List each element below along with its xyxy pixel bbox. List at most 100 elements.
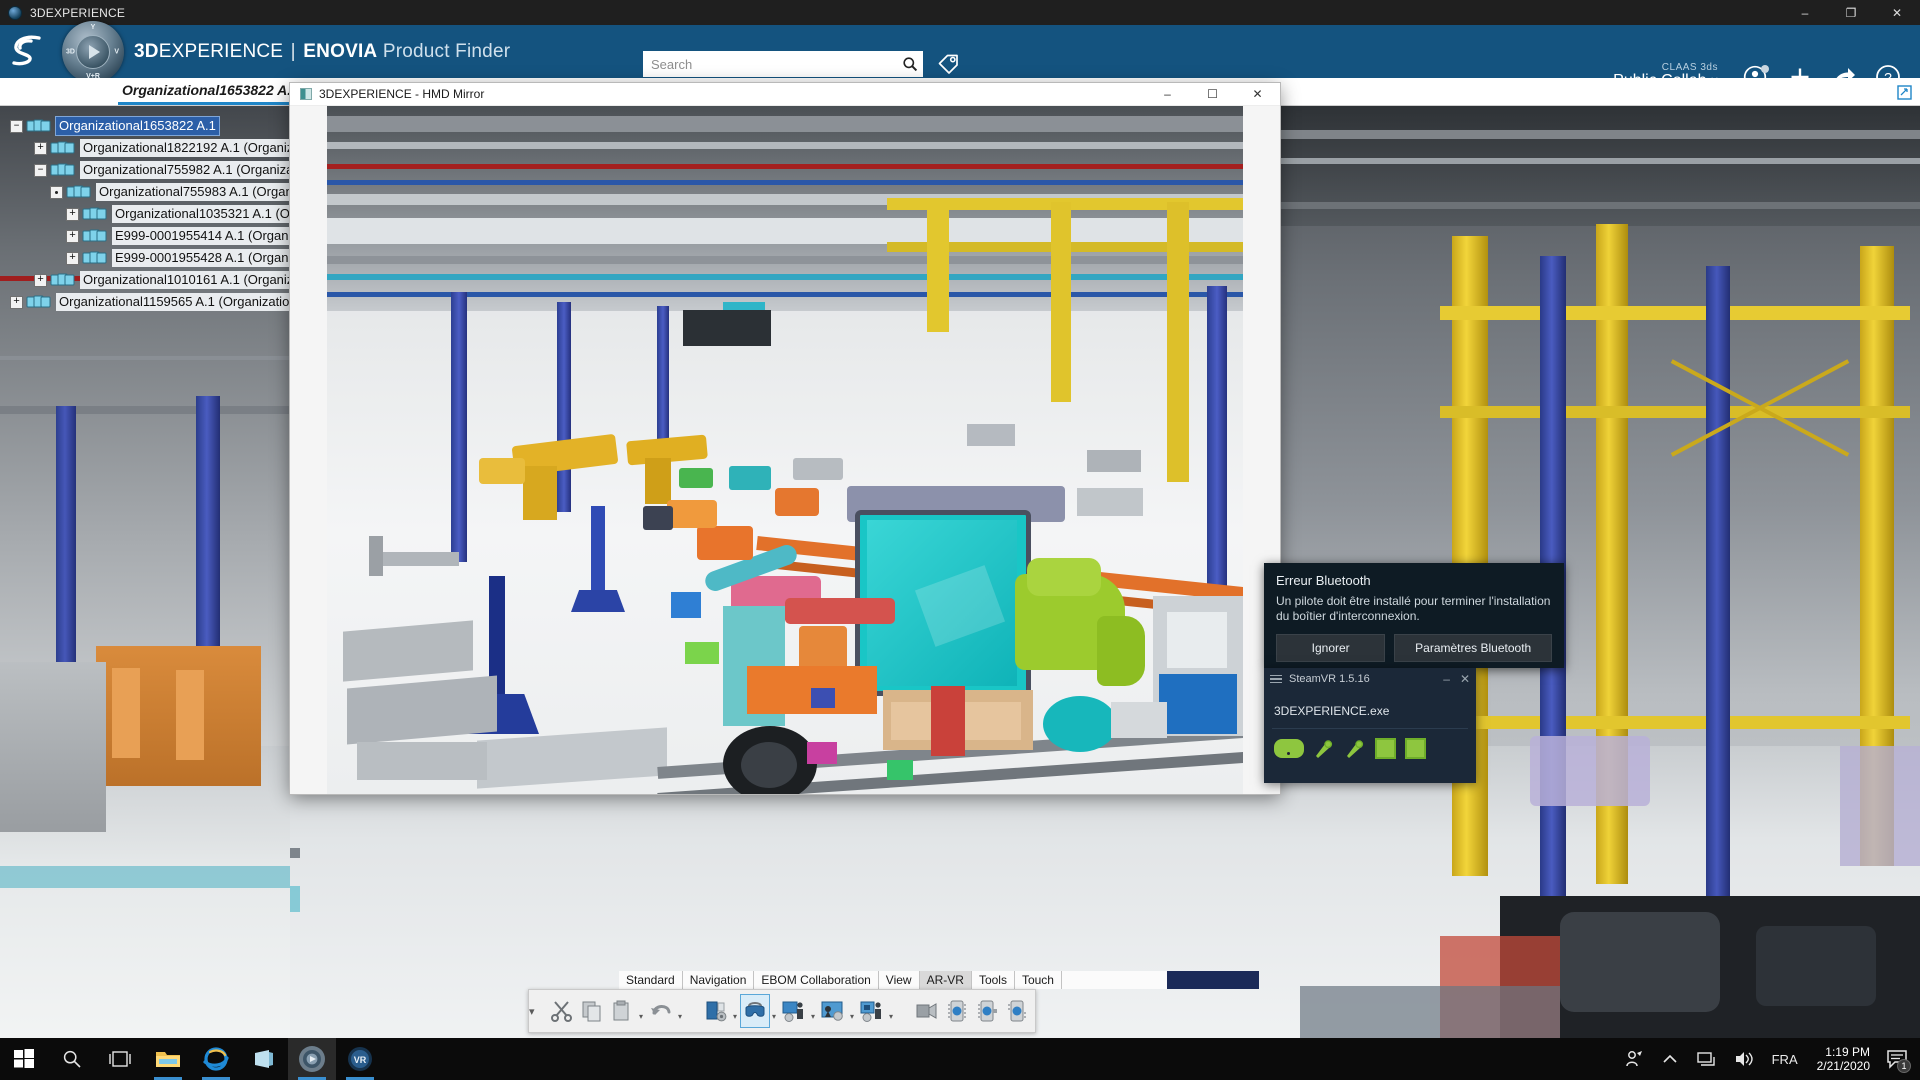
hmd-minimize-button[interactable]: – (1145, 83, 1190, 106)
bluetooth-settings-button[interactable]: Paramètres Bluetooth (1394, 634, 1552, 662)
language-indicator[interactable]: FRA (1763, 1038, 1807, 1080)
search-icon[interactable] (897, 51, 923, 77)
product-icon (26, 117, 52, 135)
app-icon (300, 88, 312, 100)
tab-tools[interactable]: Tools (971, 971, 1015, 989)
controller-left-status-icon[interactable] (1313, 737, 1335, 759)
tree-item[interactable]: + E999-0001955414 A.1 (Organiza (0, 225, 302, 247)
onenote-icon[interactable] (240, 1038, 288, 1080)
search-icon[interactable] (48, 1038, 96, 1080)
paste-tool[interactable] (607, 994, 637, 1028)
tree-toggle[interactable]: + (66, 207, 79, 221)
dassault-systemes-logo-icon[interactable] (0, 25, 58, 78)
minimize-button[interactable]: – (1782, 0, 1828, 25)
tab-navy-placeholder (1167, 971, 1259, 989)
tab-organizational[interactable]: Organizational1653822 A. (118, 78, 304, 105)
camera-capture-tool[interactable] (912, 994, 942, 1028)
people-icon[interactable] (1615, 1038, 1653, 1080)
tab-view[interactable]: View (878, 971, 920, 989)
tree-item[interactable]: + Organizational1035321 A.1 (Organiz (0, 203, 302, 225)
tab-navigation[interactable]: Navigation (682, 971, 755, 989)
ar-session-tool[interactable] (857, 994, 887, 1028)
hmd-setup-tool[interactable] (739, 994, 770, 1028)
steamvr-panel[interactable]: SteamVR 1.5.16 – ✕ 3DEXPERIENCE.exe (1264, 668, 1476, 783)
tree-toggle[interactable]: + (34, 273, 47, 287)
internet-explorer-icon[interactable] (192, 1038, 240, 1080)
compass-label-north: Y (90, 24, 96, 31)
tree-item[interactable]: Organizational755983 A.1 (Organization (0, 181, 302, 203)
ignore-button[interactable]: Ignorer (1276, 634, 1386, 662)
steamvr-minimize-button[interactable]: – (1443, 672, 1450, 686)
tree-toggle[interactable]: – (10, 119, 23, 133)
tree-toggle[interactable]: + (66, 251, 79, 265)
tab-ebom-collaboration[interactable]: EBOM Collaboration (754, 971, 879, 989)
headset-status-icon[interactable] (1274, 738, 1304, 758)
volume-icon[interactable] (1725, 1038, 1763, 1080)
expand-icon[interactable] (1894, 82, 1914, 102)
device-2-tool[interactable] (972, 994, 1002, 1028)
brand-prefix: 3D (134, 40, 159, 62)
cut-tool[interactable] (547, 994, 577, 1028)
tree-toggle[interactable]: + (10, 295, 23, 309)
tree-item[interactable]: + Organizational1159565 A.1 (Organizatio… (0, 291, 302, 313)
hmd-mirror-window[interactable]: 3DEXPERIENCE - HMD Mirror – ☐ ✕ (290, 83, 1280, 794)
base-station-2-status-icon[interactable] (1405, 737, 1426, 759)
vr-session-tool[interactable] (779, 994, 809, 1028)
tree-item[interactable]: + Organizational1010161 A.1 (Organizatio (0, 269, 302, 291)
tree-item-label: Organizational1653822 A.1 (55, 116, 220, 136)
show-hidden-icons-chevron[interactable] (1653, 1038, 1687, 1080)
tree-item[interactable]: – Organizational755982 A.1 (Organization… (0, 159, 302, 181)
copy-tool[interactable] (577, 994, 607, 1028)
screen-projection-caret[interactable]: ▾ (848, 994, 857, 1028)
product-icon (50, 139, 76, 157)
tree-item[interactable]: + E999-0001955428 A.1 (Organizati (0, 247, 302, 269)
tree-toggle[interactable] (50, 185, 63, 199)
immersive-review-tool[interactable] (701, 994, 731, 1028)
close-button[interactable]: ✕ (1874, 0, 1920, 25)
notification-icon[interactable]: 1 (1880, 1038, 1914, 1080)
hmd-setup-caret[interactable]: ▾ (770, 994, 779, 1028)
base-station-1-status-icon[interactable] (1375, 737, 1396, 759)
tab-ar-vr[interactable]: AR-VR (919, 971, 972, 989)
search-input[interactable] (643, 52, 897, 76)
tree-item[interactable]: + Organizational1822192 A.1 (Organizatio… (0, 137, 302, 159)
action-bar[interactable]: ▾ ▾ ▾ ▾ ▾ ▾ ▾ ▾ (528, 989, 1036, 1033)
device-1-tool[interactable] (942, 994, 972, 1028)
bluetooth-error-toast[interactable]: Erreur Bluetooth Un pilote doit être ins… (1264, 563, 1564, 668)
maximize-button[interactable]: ❐ (1828, 0, 1874, 25)
tree-toggle[interactable]: + (66, 229, 79, 243)
hmd-maximize-button[interactable]: ☐ (1190, 83, 1235, 106)
network-icon[interactable] (1687, 1038, 1725, 1080)
undo-dropdown-caret[interactable]: ▾ (676, 994, 685, 1028)
file-explorer-icon[interactable] (144, 1038, 192, 1080)
ar-session-caret[interactable]: ▾ (887, 994, 896, 1028)
tab-touch[interactable]: Touch (1014, 971, 1062, 989)
tree-toggle[interactable]: + (34, 141, 47, 155)
clock[interactable]: 1:19 PM 2/21/2020 (1807, 1045, 1880, 1073)
steamvr-icon[interactable]: VR (336, 1038, 384, 1080)
tag-icon[interactable] (933, 49, 963, 79)
3dexperience-icon[interactable] (288, 1038, 336, 1080)
app-icon (8, 5, 22, 20)
hamburger-icon[interactable] (1270, 674, 1282, 684)
device-3-tool[interactable] (1002, 994, 1032, 1028)
clock-time: 1:19 PM (1825, 1044, 1870, 1059)
vr-session-caret[interactable]: ▾ (809, 994, 818, 1028)
compass-navigation[interactable]: Y V+R 3D V (58, 21, 124, 83)
model-tree[interactable]: – Organizational1653822 A.1 + Organizati… (0, 115, 302, 313)
steamvr-close-button[interactable]: ✕ (1460, 672, 1470, 686)
chevron-down-icon[interactable]: ▾ (529, 1005, 535, 1018)
hmd-mirror-viewport[interactable] (327, 106, 1243, 794)
tree-item[interactable]: – Organizational1653822 A.1 (0, 115, 302, 137)
task-view-icon[interactable] (96, 1038, 144, 1080)
controller-right-status-icon[interactable] (1344, 737, 1366, 759)
windows-start-icon[interactable] (0, 1038, 48, 1080)
paste-dropdown-caret[interactable]: ▾ (637, 994, 646, 1028)
undo-tool[interactable] (646, 994, 676, 1028)
hmd-close-button[interactable]: ✕ (1235, 83, 1280, 106)
screen-projection-tool[interactable] (818, 994, 848, 1028)
immersive-review-caret[interactable]: ▾ (731, 994, 740, 1028)
tree-toggle[interactable]: – (34, 163, 47, 177)
tab-standard[interactable]: Standard (619, 971, 683, 989)
product-icon (50, 271, 76, 289)
